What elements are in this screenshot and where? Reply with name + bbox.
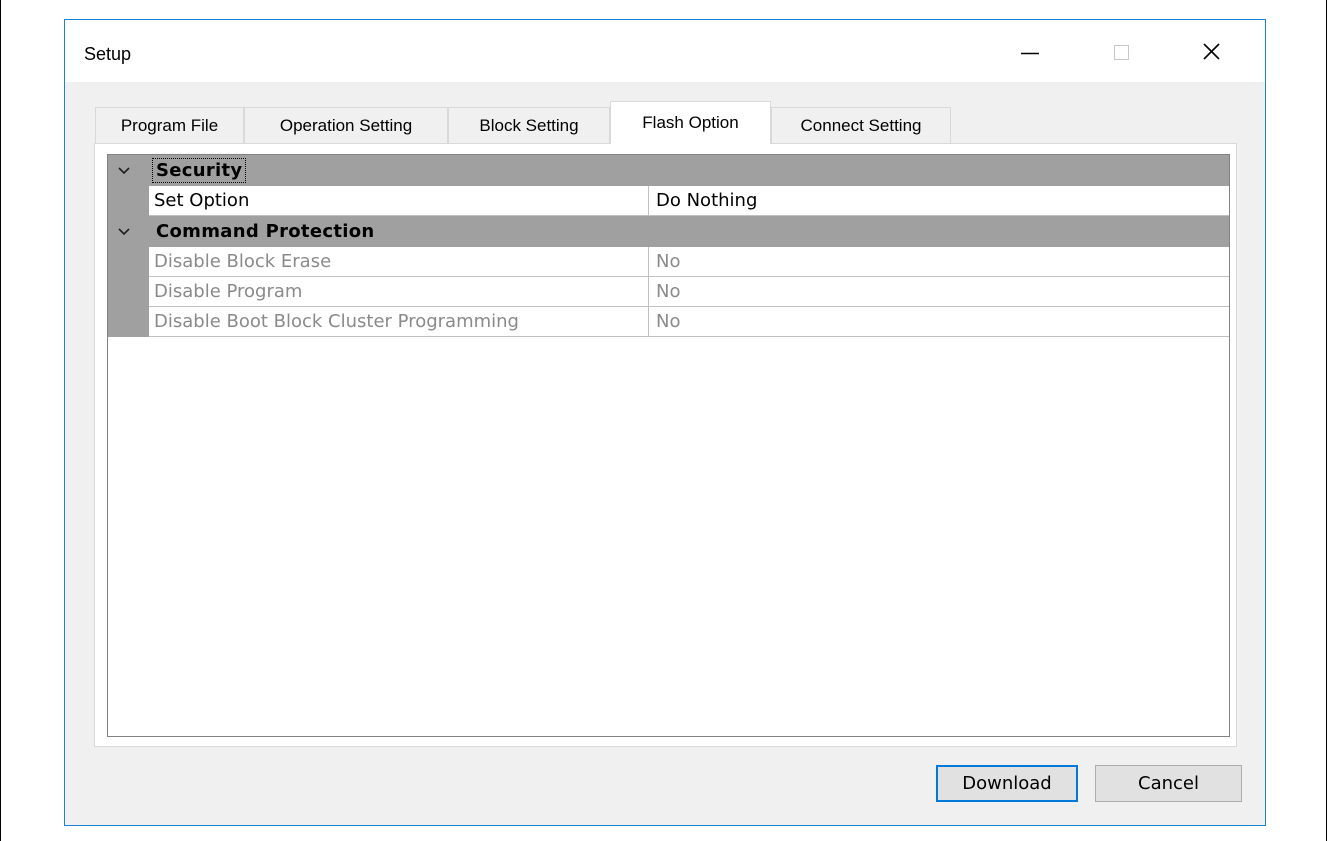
row-margin: [108, 307, 149, 337]
window-title: Setup: [84, 44, 132, 64]
category-command-protection[interactable]: Command Protection: [108, 216, 1229, 247]
page-border-right: [1326, 0, 1327, 841]
tab-panel-flash-option: Security Set Option Do Nothing Command P…: [94, 143, 1237, 747]
tab-flash-option[interactable]: Flash Option: [610, 101, 771, 144]
property-row-disable-block-erase: Disable Block Erase No: [108, 247, 1229, 277]
tab-label: Flash Option: [642, 113, 739, 132]
category-label: Command Protection: [156, 221, 375, 242]
tab-block-setting[interactable]: Block Setting: [448, 107, 610, 143]
tab-program-file[interactable]: Program File: [95, 107, 244, 143]
minimize-icon: [1021, 52, 1039, 55]
property-grid[interactable]: Security Set Option Do Nothing Command P…: [107, 154, 1230, 737]
close-icon: [1203, 43, 1220, 60]
tab-operation-setting[interactable]: Operation Setting: [244, 107, 448, 143]
property-value: No: [649, 307, 1229, 337]
property-name: Disable Block Erase: [149, 247, 649, 277]
property-value[interactable]: Do Nothing: [649, 186, 1229, 216]
property-row-disable-boot-block-cluster-programming: Disable Boot Block Cluster Programming N…: [108, 307, 1229, 337]
minimize-button[interactable]: [1009, 34, 1053, 72]
chevron-down-icon[interactable]: [116, 223, 132, 239]
property-name: Disable Boot Block Cluster Programming: [149, 307, 649, 337]
download-button[interactable]: Download: [936, 765, 1078, 802]
row-margin: [108, 247, 149, 277]
tab-label: Program File: [120, 116, 219, 135]
property-name: Set Option: [149, 186, 649, 216]
close-button[interactable]: [1192, 34, 1236, 72]
row-margin: [108, 277, 149, 307]
cancel-button[interactable]: Cancel: [1095, 765, 1242, 802]
chevron-down-icon[interactable]: [116, 162, 132, 178]
property-name: Disable Program: [149, 277, 649, 307]
property-row-disable-program: Disable Program No: [108, 277, 1229, 307]
property-row-set-option[interactable]: Set Option Do Nothing: [108, 186, 1229, 216]
tab-connect-setting[interactable]: Connect Setting: [771, 107, 951, 143]
category-security[interactable]: Security: [108, 155, 1229, 186]
maximize-icon: [1114, 45, 1129, 60]
property-value: No: [649, 247, 1229, 277]
title-bar[interactable]: Setup: [65, 20, 1265, 82]
setup-dialog: Setup Program File Operation Setting Blo…: [64, 19, 1266, 826]
maximize-button: [1101, 34, 1145, 72]
tab-label: Block Setting: [479, 116, 579, 135]
tab-label: Connect Setting: [800, 116, 922, 135]
row-margin: [108, 186, 149, 216]
tab-label: Operation Setting: [279, 116, 413, 135]
page-border-left: [0, 0, 1, 841]
property-value: No: [649, 277, 1229, 307]
category-label: Security: [151, 158, 247, 183]
